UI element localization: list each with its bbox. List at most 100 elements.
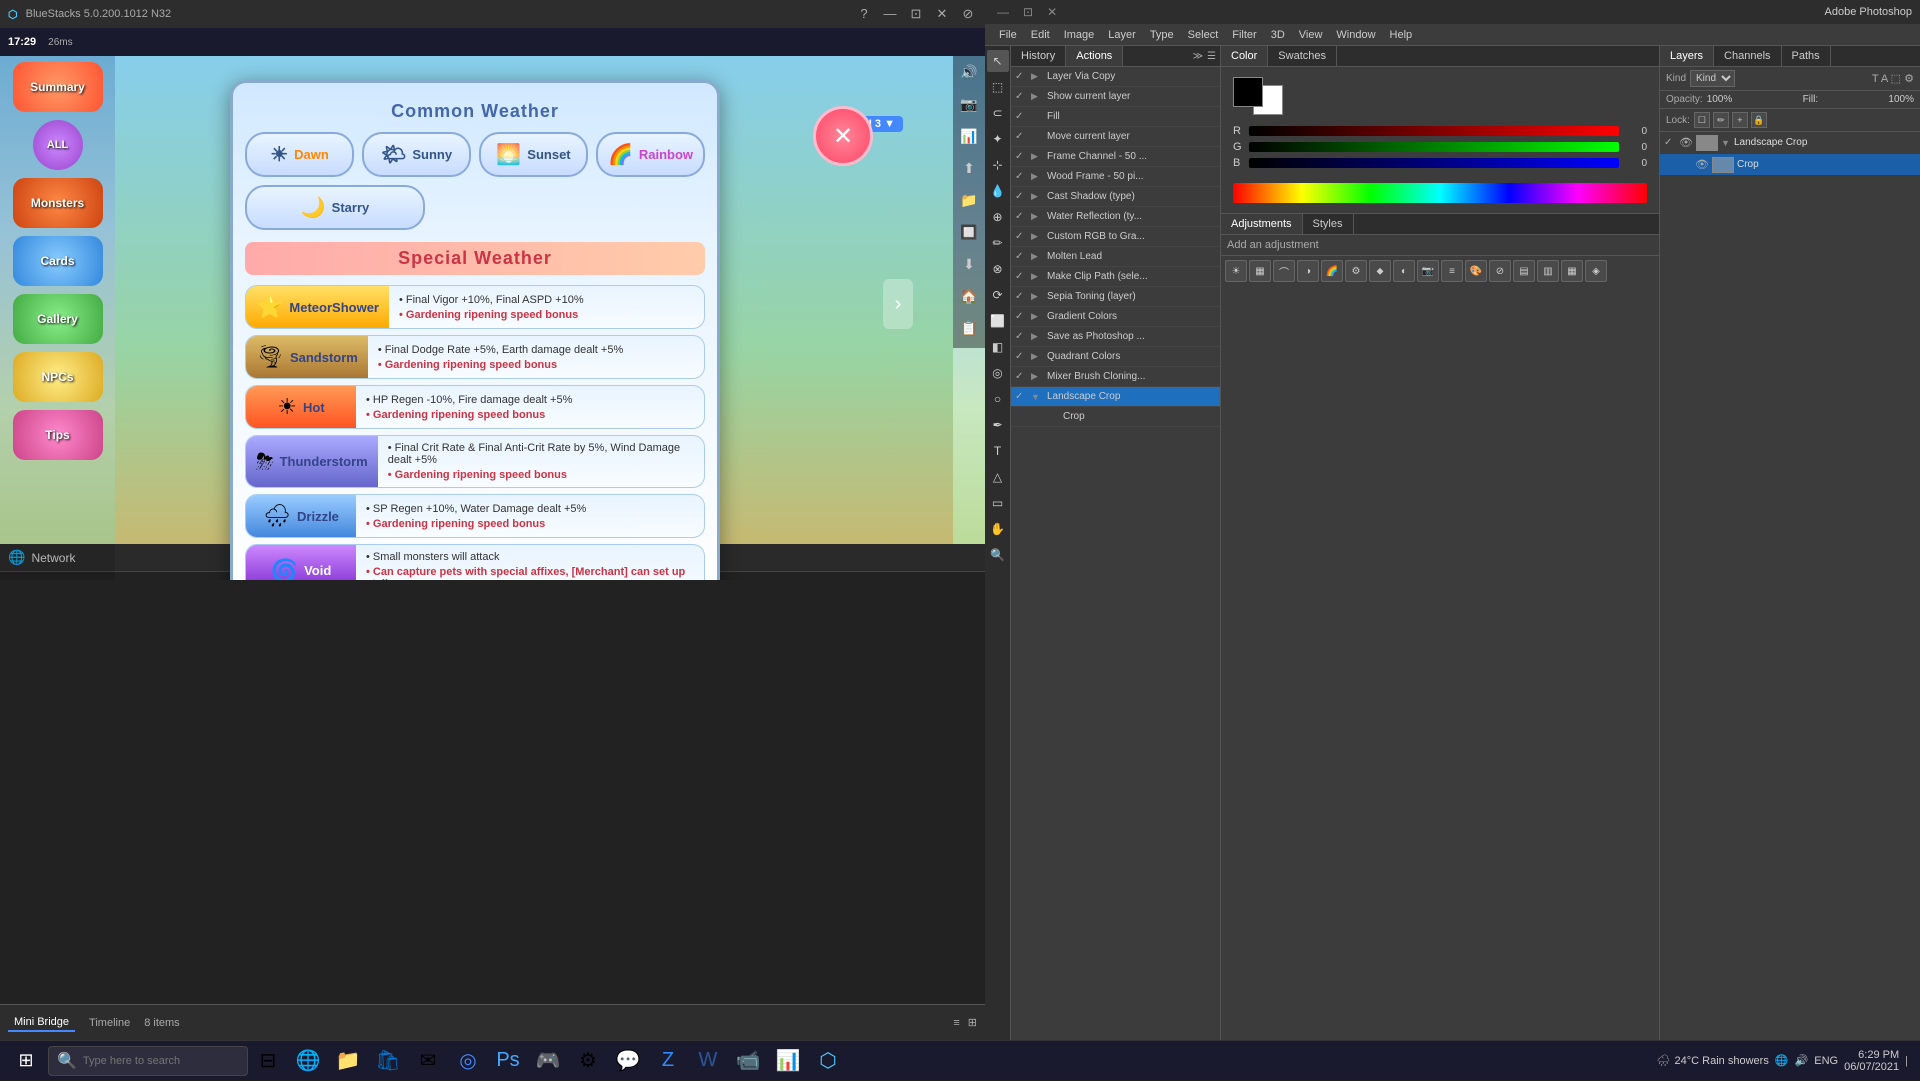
right-icon-5[interactable]: ⬆ <box>957 160 981 184</box>
tab-actions[interactable]: Actions <box>1066 46 1123 66</box>
taskbar-explorer[interactable]: 📁 <box>328 1041 368 1081</box>
action-gradient[interactable]: ✓ ▶ Gradient Colors <box>1011 307 1220 327</box>
weather-starry[interactable]: 🌙 Starry <box>245 185 425 230</box>
adj-vibrance[interactable]: 🌈 <box>1321 260 1343 282</box>
right-icon-2[interactable]: 🔊 <box>957 64 981 88</box>
layer-eye-1[interactable]: 👁 <box>1679 136 1693 149</box>
close-pink-button[interactable]: ✕ <box>813 106 873 166</box>
adj-posterize[interactable]: ▤ <box>1513 260 1535 282</box>
tab-history[interactable]: History <box>1011 46 1066 66</box>
ps-tool-heal[interactable]: ⊕ <box>987 206 1009 228</box>
weather-rainbow[interactable]: 🌈 Rainbow <box>596 132 705 177</box>
ps-menu-type[interactable]: Type <box>1144 27 1180 43</box>
color-spectrum[interactable] <box>1233 183 1647 203</box>
color-fg-swatch[interactable] <box>1233 77 1263 107</box>
adj-levels[interactable]: ▦ <box>1249 260 1271 282</box>
ps-tool-lasso[interactable]: ⊂ <box>987 102 1009 124</box>
nav-arrow-right[interactable]: › <box>883 279 913 329</box>
action-wood[interactable]: ✓ ▶ Wood Frame - 50 pi... <box>1011 167 1220 187</box>
ps-tool-eyedrop[interactable]: 💧 <box>987 180 1009 202</box>
adj-bw[interactable]: ◐ <box>1393 260 1415 282</box>
adj-gradient-map[interactable]: ▦ <box>1561 260 1583 282</box>
ps-tool-gradient[interactable]: ◧ <box>987 336 1009 358</box>
taskbar-settings[interactable]: ⚙ <box>568 1041 608 1081</box>
tab-layers[interactable]: Layers <box>1660 46 1714 66</box>
ps-tool-hand[interactable]: ✋ <box>987 518 1009 540</box>
adj-hue[interactable]: ⚙ <box>1345 260 1367 282</box>
ps-menu-select[interactable]: Select <box>1182 27 1225 43</box>
adj-exposure[interactable]: ◑ <box>1297 260 1319 282</box>
taskbar-sheets[interactable]: 📊 <box>768 1041 808 1081</box>
action-molten[interactable]: ✓ ▶ Molten Lead <box>1011 247 1220 267</box>
ps-tool-pen[interactable]: ✒ <box>987 414 1009 436</box>
adj-photo-filter[interactable]: 📷 <box>1417 260 1439 282</box>
nav-gallery[interactable]: Gallery <box>13 294 103 344</box>
adj-invert[interactable]: ⊘ <box>1489 260 1511 282</box>
tab-channels[interactable]: Channels <box>1714 46 1781 66</box>
add-adjustment-btn[interactable]: Add an adjustment <box>1221 235 1659 256</box>
ps-tool-move[interactable]: ↖ <box>987 50 1009 72</box>
right-icon-4[interactable]: 📊 <box>957 128 981 152</box>
lock-position[interactable]: + <box>1732 112 1748 128</box>
weather-sunny[interactable]: 🌤 Sunny <box>362 132 471 177</box>
right-icon-10[interactable]: 📋 <box>957 320 981 344</box>
taskbar-chrome[interactable]: ◎ <box>448 1041 488 1081</box>
action-water[interactable]: ✓ ▶ Water Reflection (ty... <box>1011 207 1220 227</box>
lock-transparent[interactable]: ☐ <box>1694 112 1710 128</box>
taskbar-zoom[interactable]: Z <box>648 1041 688 1081</box>
action-mixer[interactable]: ✓ ▶ Mixer Brush Cloning... <box>1011 367 1220 387</box>
b-slider[interactable] <box>1249 158 1619 168</box>
action-fill[interactable]: ✓ Fill <box>1011 107 1220 127</box>
action-frame[interactable]: ✓ ▶ Frame Channel - 50 ... <box>1011 147 1220 167</box>
ps-close[interactable]: ✕ <box>1043 5 1061 19</box>
tab-paths[interactable]: Paths <box>1782 46 1831 66</box>
ps-maximize[interactable]: ⊡ <box>1019 5 1037 19</box>
action-crop[interactable]: Crop <box>1011 407 1220 427</box>
adj-curves[interactable]: ⌒ <box>1273 260 1295 282</box>
adj-color-lookup[interactable]: 🎨 <box>1465 260 1487 282</box>
taskbar-show-desktop[interactable]: | <box>1905 1055 1908 1067</box>
ps-tool-eraser[interactable]: ⬜ <box>987 310 1009 332</box>
tab-color[interactable]: Color <box>1221 46 1268 66</box>
ps-menu-image[interactable]: Image <box>1058 27 1101 43</box>
panel-expand-icon[interactable]: ≫ <box>1193 51 1203 62</box>
nav-all[interactable]: ALL <box>33 120 83 170</box>
ps-tool-brush[interactable]: ✏ <box>987 232 1009 254</box>
taskbar-discord[interactable]: 💬 <box>608 1041 648 1081</box>
ps-menu-view[interactable]: View <box>1293 27 1329 43</box>
nav-cards[interactable]: Cards <box>13 236 103 286</box>
nav-summary[interactable]: Summary <box>13 62 103 112</box>
ps-tool-zoom[interactable]: 🔍 <box>987 544 1009 566</box>
taskbar-ps[interactable]: Ps <box>488 1041 528 1081</box>
adj-color-balance[interactable]: ⬥ <box>1369 260 1391 282</box>
action-move[interactable]: ✓ Move current layer <box>1011 127 1220 147</box>
layer-eye-2[interactable]: 👁 <box>1695 158 1709 171</box>
taskbar-edge[interactable]: 🌐 <box>288 1041 328 1081</box>
ps-tool-type[interactable]: T <box>987 440 1009 462</box>
taskbar-bluestacks[interactable]: ⬡ <box>808 1041 848 1081</box>
bs-close-btn[interactable]: ✕ <box>933 6 951 22</box>
ps-menu-3d[interactable]: 3D <box>1265 27 1291 43</box>
search-bar[interactable]: 🔍 <box>48 1046 248 1076</box>
tab-styles[interactable]: Styles <box>1303 214 1354 234</box>
bs-help-btn[interactable]: ? <box>855 6 873 22</box>
adj-brightness[interactable]: ☀ <box>1225 260 1247 282</box>
view-toggle-list[interactable]: ≡ <box>953 1017 959 1029</box>
panel-menu-icon[interactable]: ☰ <box>1207 51 1216 62</box>
tab-swatches[interactable]: Swatches <box>1268 46 1337 66</box>
nav-npcs[interactable]: NPCs <box>13 352 103 402</box>
kind-select[interactable]: Kind <box>1690 70 1735 87</box>
ps-tool-path[interactable]: △ <box>987 466 1009 488</box>
ps-tool-clone[interactable]: ⊗ <box>987 258 1009 280</box>
bs-maximize-btn[interactable]: ⊡ <box>907 6 925 22</box>
r-slider[interactable] <box>1249 126 1619 136</box>
layer-row-landscape-crop[interactable]: ✓ 👁 ▼ Landscape Crop <box>1660 132 1920 154</box>
ps-menu-filter[interactable]: Filter <box>1226 27 1262 43</box>
weather-sunset[interactable]: 🌅 Sunset <box>479 132 588 177</box>
ps-minimize[interactable]: — <box>993 5 1013 19</box>
ps-tool-shape[interactable]: ▭ <box>987 492 1009 514</box>
taskbar-volume-icon[interactable]: 🔊 <box>1795 1054 1809 1067</box>
tab-adjustments[interactable]: Adjustments <box>1221 214 1303 234</box>
action-sepia[interactable]: ✓ ▶ Sepia Toning (layer) <box>1011 287 1220 307</box>
taskbar-task-view[interactable]: ⊟ <box>248 1041 288 1081</box>
